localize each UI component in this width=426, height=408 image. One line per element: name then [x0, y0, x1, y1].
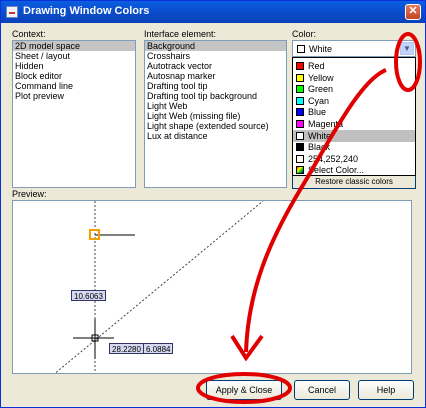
annotation-circle-dropdown: [394, 32, 422, 92]
annotation-circle-apply: [196, 372, 292, 404]
red-annotation-overlay: [196, 32, 422, 404]
annotation-curve-arrow: [244, 68, 387, 353]
